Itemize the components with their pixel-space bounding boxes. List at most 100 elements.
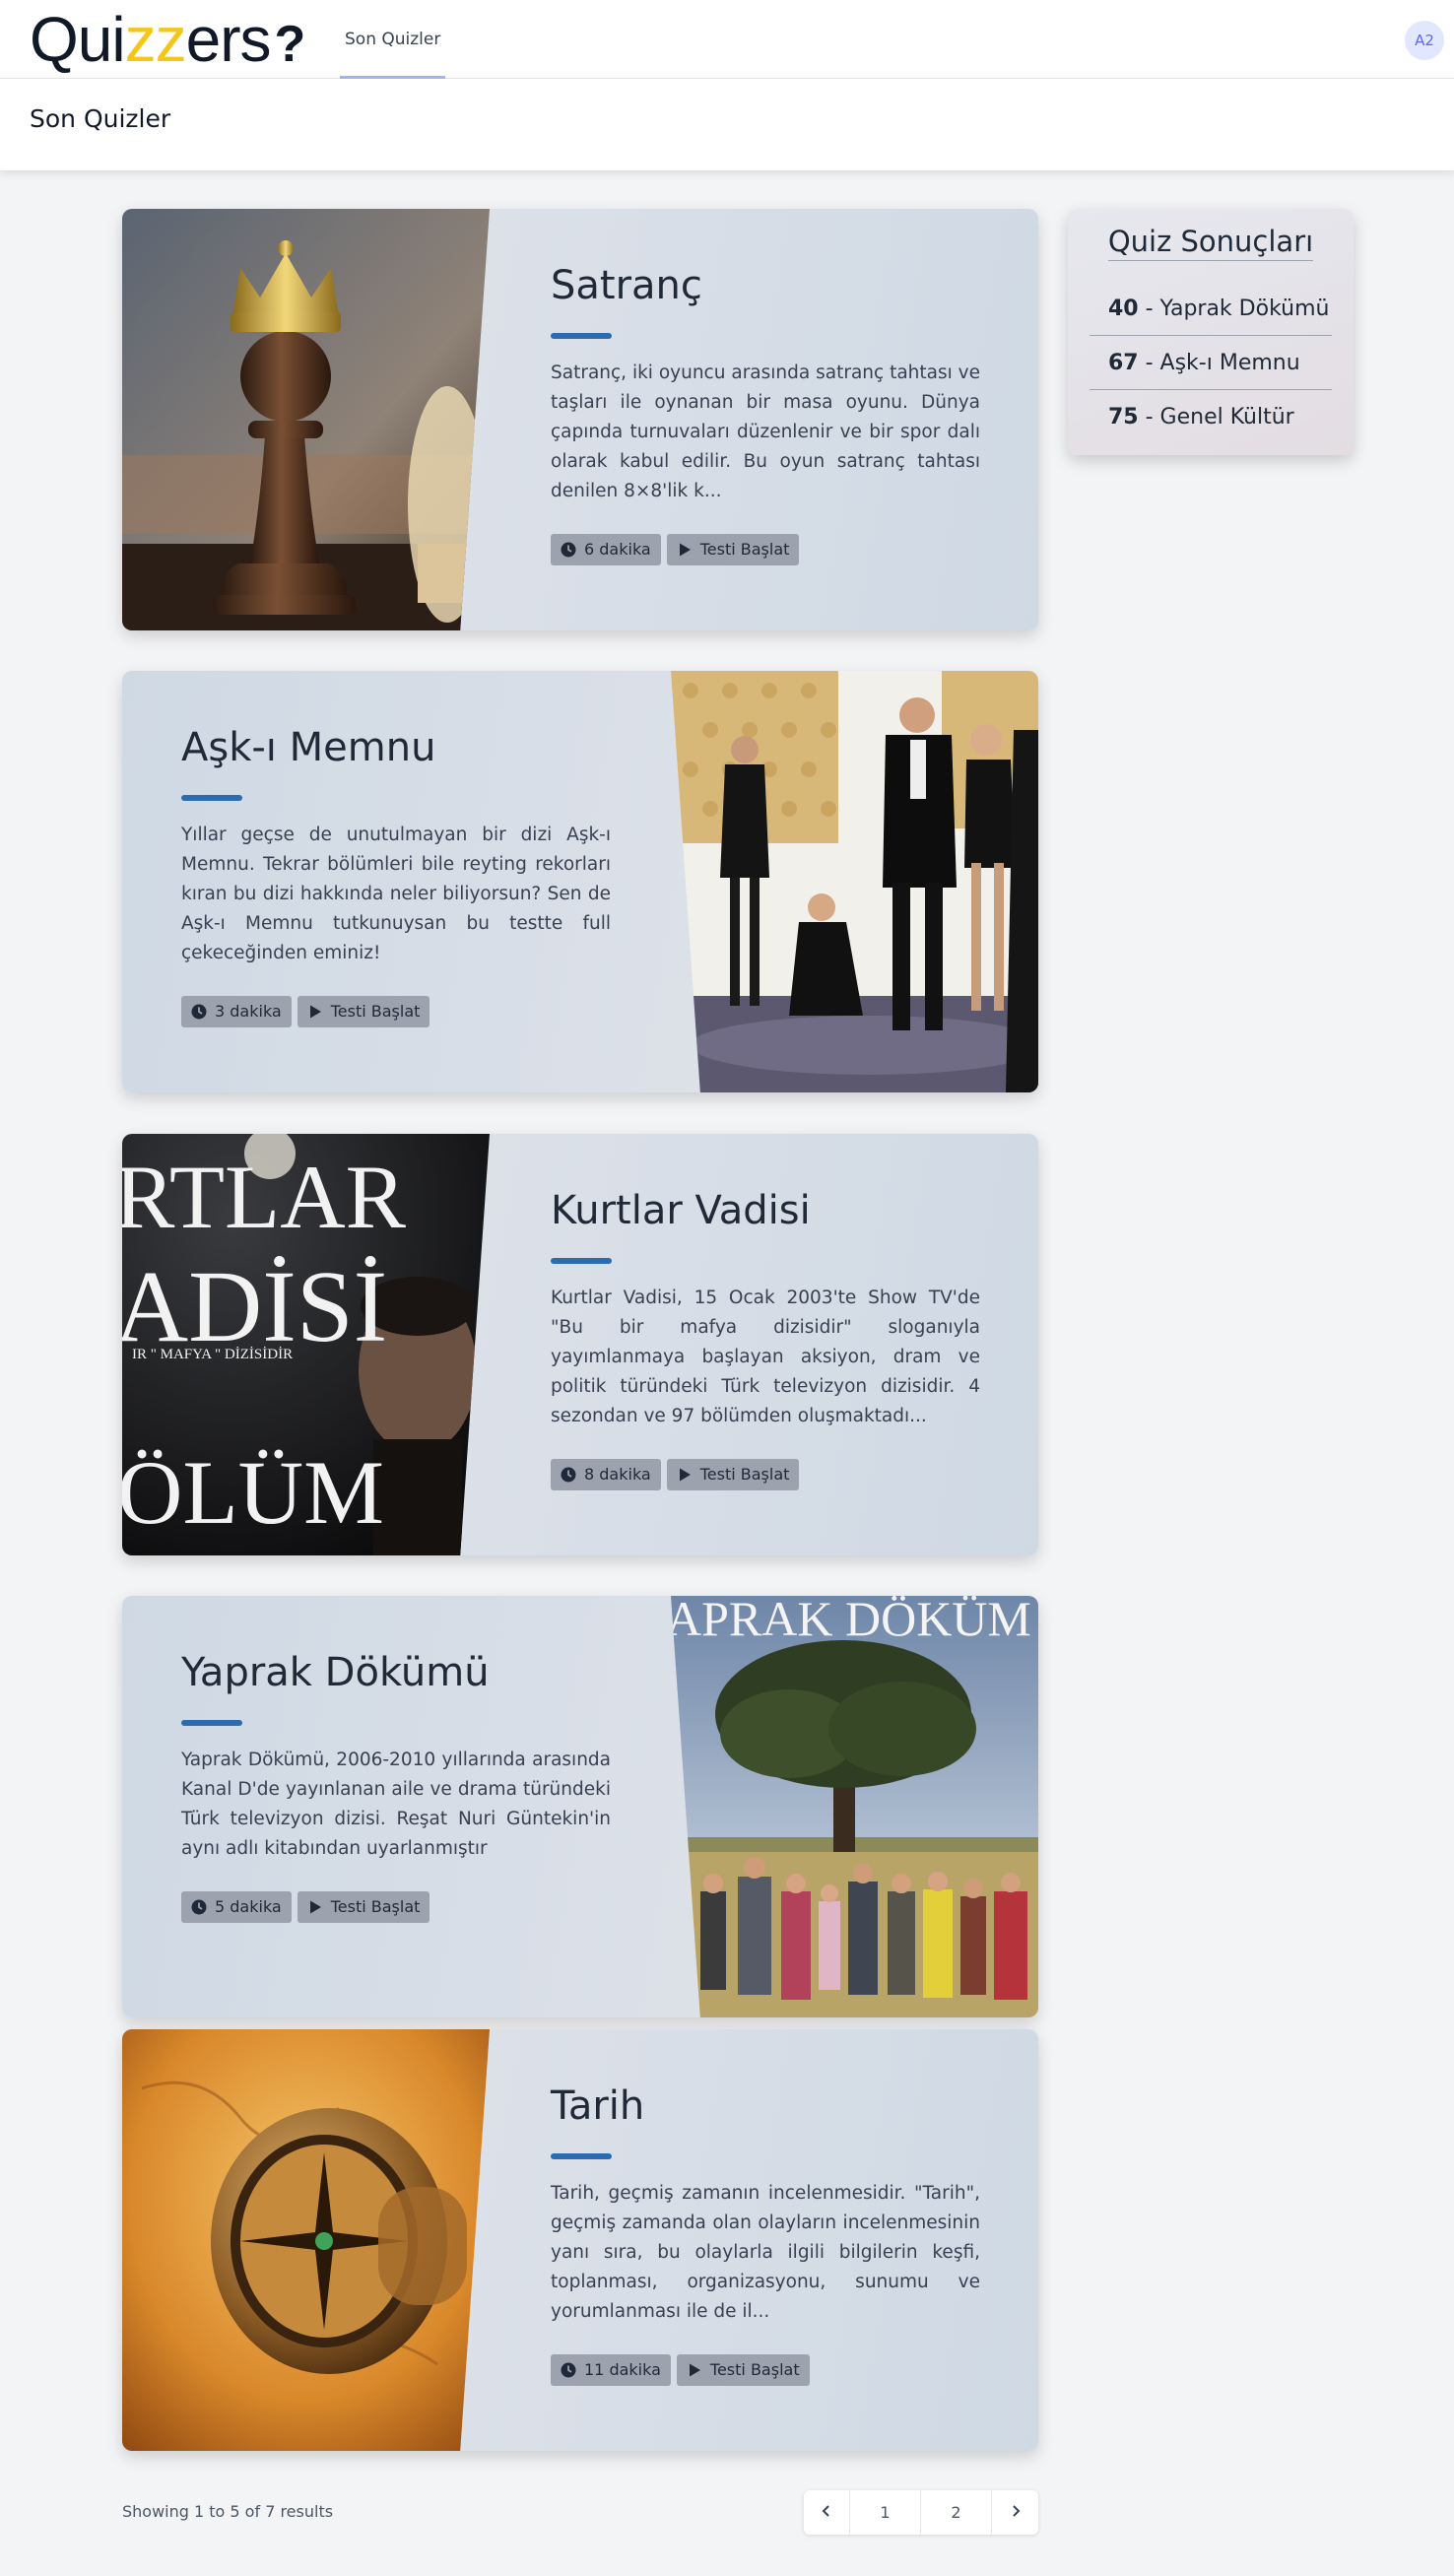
quiz-title: Kurtlar Vadisi: [551, 1188, 811, 1233]
quiz-results-title-text: Quiz Sonuçları: [1107, 225, 1314, 261]
duration-badge: 6 dakika: [551, 534, 661, 565]
poster-title: APRAK DÖKÜM: [671, 1596, 1031, 1646]
result-name: - Aşk-ı Memnu: [1138, 351, 1300, 375]
page-2-button[interactable]: 2: [921, 2490, 992, 2535]
quiz-results-panel: Quiz Sonuçları 40 - Yaprak Dökümü 67 - A…: [1068, 209, 1354, 455]
duration-badge: 8 dakika: [551, 1459, 661, 1490]
start-quiz-button[interactable]: Testi Başlat: [676, 2354, 810, 2386]
logo-text-end: ers: [185, 4, 272, 75]
start-label: Testi Başlat: [709, 2360, 800, 2379]
logo-highlight: zz: [124, 4, 187, 75]
play-icon: [309, 1005, 321, 1019]
quiz-card-content: Kurtlar Vadisi Kurtlar Vadisi, 15 Ocak 2…: [551, 1134, 980, 1431]
logo-question-mark: ?: [274, 16, 306, 73]
next-page-button[interactable]: [992, 2490, 1038, 2535]
chevron-right-icon: [1012, 2505, 1020, 2517]
quiz-results-list: 40 - Yaprak Dökümü 67 - Aşk-ı Memnu 75 -…: [1090, 282, 1332, 444]
quiz-card[interactable]: Satranç Satranç, iki oyuncu arasında sat…: [122, 209, 1038, 630]
quiz-title: Aşk-ı Memnu: [181, 725, 436, 770]
clock-icon: [561, 2362, 576, 2378]
chevron-left-icon: [822, 2505, 829, 2517]
start-quiz-button[interactable]: Testi Başlat: [666, 1459, 800, 1490]
pagination: 1 2: [804, 2490, 1038, 2535]
yaprak-dokumu-poster-image: APRAK DÖKÜM: [671, 1596, 1038, 2017]
duration-text: 6 dakika: [584, 540, 651, 559]
logo-text: Qui: [30, 4, 126, 75]
quiz-card-content: Yaprak Dökümü Yaprak Dökümü, 2006-2010 y…: [181, 1596, 611, 1864]
quiz-description: Tarih, geçmiş zamanın incelenmesidir. "T…: [551, 2183, 980, 2322]
quiz-title: Tarih: [551, 2083, 645, 2129]
start-quiz-button[interactable]: Testi Başlat: [297, 1891, 430, 1923]
title-underline: [551, 2153, 612, 2159]
page-1-button[interactable]: 1: [850, 2490, 921, 2535]
page-title: Son Quizler: [30, 104, 171, 133]
page-header: Son Quizler: [0, 79, 1454, 170]
start-quiz-button[interactable]: Testi Başlat: [666, 534, 800, 565]
quiz-card[interactable]: APRAK DÖKÜM Yaprak Dökümü Yaprak Dökümü,…: [122, 1596, 1038, 2017]
quiz-card-content: Satranç Satranç, iki oyuncu arasında sat…: [551, 209, 980, 506]
compass-image: [122, 2029, 490, 2451]
quiz-title: Satranç: [551, 263, 702, 308]
pagination-summary: Showing 1 to 5 of 7 results: [122, 2502, 334, 2521]
kurtlar-vadisi-poster-image: RTLAR ADİSİ IR " MAFYA " DİZİSİDİR ÖLÜM: [122, 1134, 490, 1555]
start-label: Testi Başlat: [330, 1897, 421, 1916]
start-label: Testi Başlat: [330, 1002, 421, 1021]
title-underline: [181, 795, 242, 801]
duration-badge: 3 dakika: [181, 996, 292, 1027]
title-underline: [551, 1258, 612, 1264]
start-label: Testi Başlat: [699, 1465, 790, 1484]
top-navbar: Quizzers? Son Quizler A2: [0, 0, 1454, 79]
duration-badge: 5 dakika: [181, 1891, 292, 1923]
duration-text: 11 dakika: [584, 2360, 661, 2379]
quiz-card-content: Aşk-ı Memnu Yıllar geçse de unutulmayan …: [181, 671, 611, 968]
user-avatar[interactable]: A2: [1405, 21, 1444, 60]
quiz-result-item[interactable]: 40 - Yaprak Dökümü: [1090, 282, 1332, 336]
quiz-result-item[interactable]: 67 - Aşk-ı Memnu: [1090, 336, 1332, 390]
poster-slogan: IR " MAFYA " DİZİSİDİR: [132, 1347, 293, 1362]
quiz-actions: 6 dakika Testi Başlat: [551, 534, 800, 565]
quiz-card[interactable]: Tarih Tarih, geçmiş zamanın incelenmesid…: [122, 2029, 1038, 2451]
title-underline: [551, 333, 612, 339]
duration-text: 5 dakika: [215, 1897, 282, 1916]
chess-image: [122, 209, 490, 630]
quiz-title: Yaprak Dökümü: [181, 1650, 490, 1695]
quizzers-logo[interactable]: Quizzers?: [30, 2, 306, 82]
poster-title-line4: ÖLÜM: [122, 1442, 384, 1543]
duration-text: 8 dakika: [584, 1465, 651, 1484]
quiz-card[interactable]: Aşk-ı Memnu Yıllar geçse de unutulmayan …: [122, 671, 1038, 1092]
quiz-description: Satranç, iki oyuncu arasında satranç tah…: [551, 363, 980, 501]
quiz-actions: 8 dakika Testi Başlat: [551, 1459, 800, 1490]
result-name: - Yaprak Dökümü: [1138, 297, 1330, 321]
ask-i-memnu-cast-image: [671, 671, 1038, 1092]
quiz-card[interactable]: RTLAR ADİSİ IR " MAFYA " DİZİSİDİR ÖLÜM …: [122, 1134, 1038, 1555]
nav-link-son-quizler[interactable]: Son Quizler: [340, 0, 446, 79]
play-icon: [679, 543, 691, 557]
duration-badge: 11 dakika: [551, 2354, 671, 2386]
play-icon: [309, 1900, 321, 1914]
clock-icon: [561, 1467, 576, 1483]
duration-text: 3 dakika: [215, 1002, 282, 1021]
result-score: 75: [1108, 405, 1139, 429]
quiz-results-title: Quiz Sonuçları: [1068, 225, 1354, 261]
quiz-result-item[interactable]: 75 - Genel Kültür: [1090, 390, 1332, 444]
quiz-actions: 11 dakika Testi Başlat: [551, 2354, 810, 2386]
quiz-description: Kurtlar Vadisi, 15 Ocak 2003'te Show TV'…: [551, 1288, 980, 1426]
start-label: Testi Başlat: [699, 540, 790, 559]
result-name: - Genel Kültür: [1138, 405, 1294, 429]
quiz-actions: 5 dakika Testi Başlat: [181, 1891, 430, 1923]
prev-page-button[interactable]: [804, 2490, 850, 2535]
start-quiz-button[interactable]: Testi Başlat: [297, 996, 430, 1027]
play-icon: [689, 2363, 700, 2377]
title-underline: [181, 1720, 242, 1726]
poster-title-line1: RTLAR: [122, 1147, 407, 1247]
quiz-description: Yaprak Dökümü, 2006-2010 yıllarında aras…: [181, 1750, 611, 1859]
result-score: 40: [1108, 297, 1139, 321]
clock-icon: [561, 542, 576, 558]
quiz-actions: 3 dakika Testi Başlat: [181, 996, 430, 1027]
clock-icon: [191, 1004, 207, 1020]
clock-icon: [191, 1899, 207, 1915]
play-icon: [679, 1468, 691, 1482]
quiz-card-content: Tarih Tarih, geçmiş zamanın incelenmesid…: [551, 2029, 980, 2327]
result-score: 67: [1108, 351, 1139, 375]
quiz-description: Yıllar geçse de unutulmayan bir dizi Aşk…: [181, 825, 611, 963]
